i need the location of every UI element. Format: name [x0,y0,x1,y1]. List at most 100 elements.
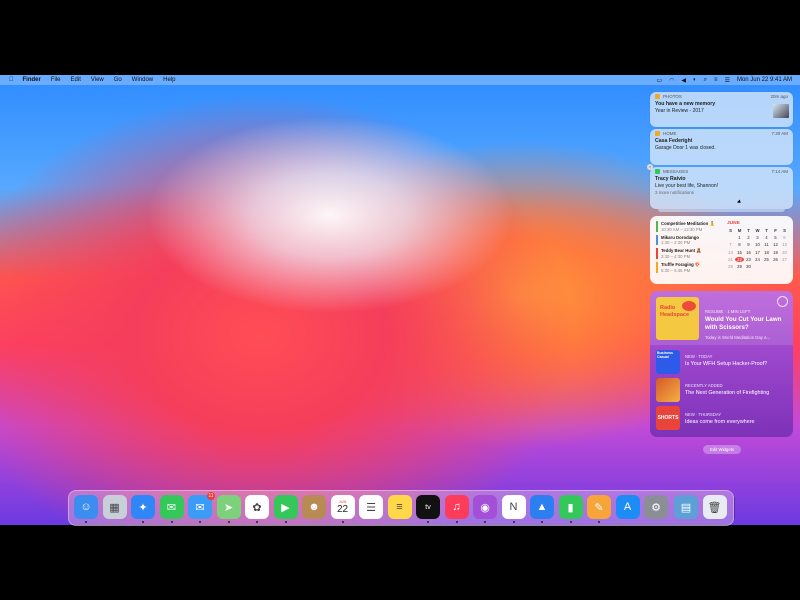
trash-icon[interactable]: 🗑 [702,495,727,519]
calendar-day[interactable]: 21 [726,257,735,262]
calendar-today[interactable]: 22 [735,256,744,262]
menu-view[interactable]: View [91,77,104,83]
siri-icon[interactable]: ◐ [693,77,697,83]
day-of-week-label: F [774,228,777,233]
notification-body: Live your best life, Shannon! [655,183,719,189]
menu-window[interactable]: Window [132,77,153,83]
calendar-day[interactable]: 23 [744,257,753,262]
calendar-day[interactable]: 14 [726,250,735,255]
notification-photos[interactable]: PHOTOS 20m ago You have a new memory Yea… [650,92,793,127]
menu-file[interactable]: File [51,77,61,83]
pages-icon[interactable]: ✎ [587,495,611,519]
notification-icon[interactable]: ☰ [725,77,730,84]
calendar-day[interactable]: 26 [771,257,780,262]
calendar-day[interactable]: 18 [762,250,771,255]
podcast-row-label: NEW · THURSDAY [685,412,722,417]
safari-icon[interactable]: ✦ [131,495,155,519]
calendar-day[interactable]: 1 [735,235,744,240]
numbers-icon[interactable]: ▮ [558,495,583,519]
menu-go[interactable]: Go [114,77,122,83]
calendar-day[interactable]: 24 [753,257,762,262]
calendar-event[interactable]: Mikaru Dorodango 1:30 – 2:30 PM [656,235,726,245]
calendar-day[interactable]: 4 [762,235,771,240]
event-time: 10:30 AM – 12:30 PM [661,227,703,232]
notes-icon[interactable]: ≡ [387,495,412,519]
mail-icon[interactable]: ✉ 11 [188,492,215,519]
calendar-day[interactable]: 29 [735,264,744,269]
notification-more: 3 more notifications [655,190,695,195]
podcast-thumb [656,378,680,402]
maps-icon[interactable]: ➤ [216,495,241,519]
calendar-day[interactable]: 15 [735,250,744,255]
podcasts-widget[interactable]: Radio Headspace RESUME · 1 MIN LEFT Woul… [650,291,793,437]
calendar-event[interactable]: Truffle Foraging 🍄 5:30 – 6:45 PM [656,262,726,273]
calendar-widget[interactable]: Competitive Meditation 🧘 10:30 AM – 12:3… [650,216,793,284]
calendar-day[interactable]: 30 [744,264,753,269]
notification-app-name: HOME [663,131,677,136]
facetime-glyph: ▶ [281,501,290,514]
finder-icon[interactable]: ☺ [74,495,98,519]
notification-home[interactable]: HOME 7:30 AM Casa Federighi Garage Door … [650,129,793,165]
running-indicator [199,521,201,523]
calendar-day[interactable]: 8 [735,242,744,247]
menu-finder[interactable]: Finder [23,77,41,83]
calendar-day[interactable]: 5 [771,235,780,240]
calendar-day[interactable]: 7 [726,242,735,247]
calendar-event[interactable]: Teddy Bear Hunt 🧸 3:30 – 4:30 PM [656,248,726,259]
calendar-day[interactable]: 13 [780,242,789,247]
calendar-day[interactable]: 19 [771,250,780,255]
podcast-resume-label: RESUME · 1 MIN LEFT [705,309,751,314]
apple-menu-icon[interactable]:  [9,77,14,83]
keynote-glyph: ▲ [536,501,548,513]
podcast-artwork: Radio Headspace [656,297,699,340]
podcast-thumb-label: SHORTS [657,415,679,421]
music-icon[interactable]: ♫ [444,495,469,519]
keynote-icon[interactable]: ▲ [530,495,554,519]
calendar-events: Competitive Meditation 🧘 10:30 AM – 12:3… [656,221,726,276]
podcast-thumb: Business Casual [656,350,680,374]
photos-icon[interactable]: ✿ [245,495,269,519]
dock: ☺ ▦ ✦ ✉ ✉ 11 ➤ ✿ ▶ ☻ JUN 22 ☰ ≡ tv ♫ ◉ N ▲ ▮ ✎ A ⚙ ▤ 🗑 [68,490,735,526]
airplay-icon[interactable]: ▭ [657,77,663,84]
launchpad-icon[interactable]: ▦ [102,495,127,519]
calendar-day[interactable]: 6 [780,235,789,240]
calendar-day[interactable]: 17 [753,250,762,255]
reminders-icon[interactable]: ☰ [359,495,383,519]
event-time: 5:30 – 6:45 PM [661,268,691,273]
calendar-day[interactable]: 20 [780,250,789,255]
messages-icon[interactable]: ✉ [159,495,184,519]
calendar-day[interactable]: 11 [762,242,771,247]
calendar-day[interactable]: 3 [753,235,762,240]
volume-icon[interactable]: ◀ [681,77,686,84]
search-icon[interactable]: ⌕ [704,77,707,84]
control-center-icon[interactable]: ≡ [714,77,718,83]
podcasts-icon[interactable]: ◉ [473,495,497,519]
menu-edit[interactable]: Edit [71,77,81,83]
facetime-icon[interactable]: ▶ [273,495,298,519]
calendar-day[interactable]: 2 [744,235,753,240]
photos-app-icon [655,94,660,99]
app-store-icon[interactable]: A [615,495,640,519]
edit-widgets-button[interactable]: Edit Widgets [703,445,741,454]
wifi-icon[interactable]: ◠ [669,77,674,84]
calendar-event[interactable]: Competitive Meditation 🧘 10:30 AM – 12:3… [656,221,726,232]
podcast-row-title: Is Your WFH Setup Hacker-Proof? [685,361,768,367]
calendar-day[interactable]: 27 [780,257,789,262]
apple-tv-icon[interactable]: tv [416,495,440,519]
menu-help[interactable]: Help [163,77,175,83]
menu-bar-clock[interactable]: Mon Jun 22 9:41 AM [737,77,792,83]
calendar-icon[interactable]: JUN 22 [330,495,355,519]
calendar-day [771,264,780,269]
calendar-day[interactable]: 9 [744,242,753,247]
calendar-day[interactable]: 16 [744,250,753,255]
close-notification-icon[interactable]: × [647,164,653,170]
news-icon[interactable]: N [501,495,526,519]
calendar-day[interactable]: 25 [762,257,771,262]
notification-messages[interactable]: MESSAGES 7:14 AM Tracy Raivio Live your … [650,167,793,209]
calendar-day[interactable]: 10 [753,242,762,247]
calendar-day[interactable]: 28 [726,264,735,269]
contacts-icon[interactable]: ☻ [302,495,326,519]
system-preferences-icon[interactable]: ⚙ [644,495,668,519]
downloads-stack-icon[interactable]: ▤ [674,495,698,519]
calendar-day[interactable]: 12 [771,242,780,247]
